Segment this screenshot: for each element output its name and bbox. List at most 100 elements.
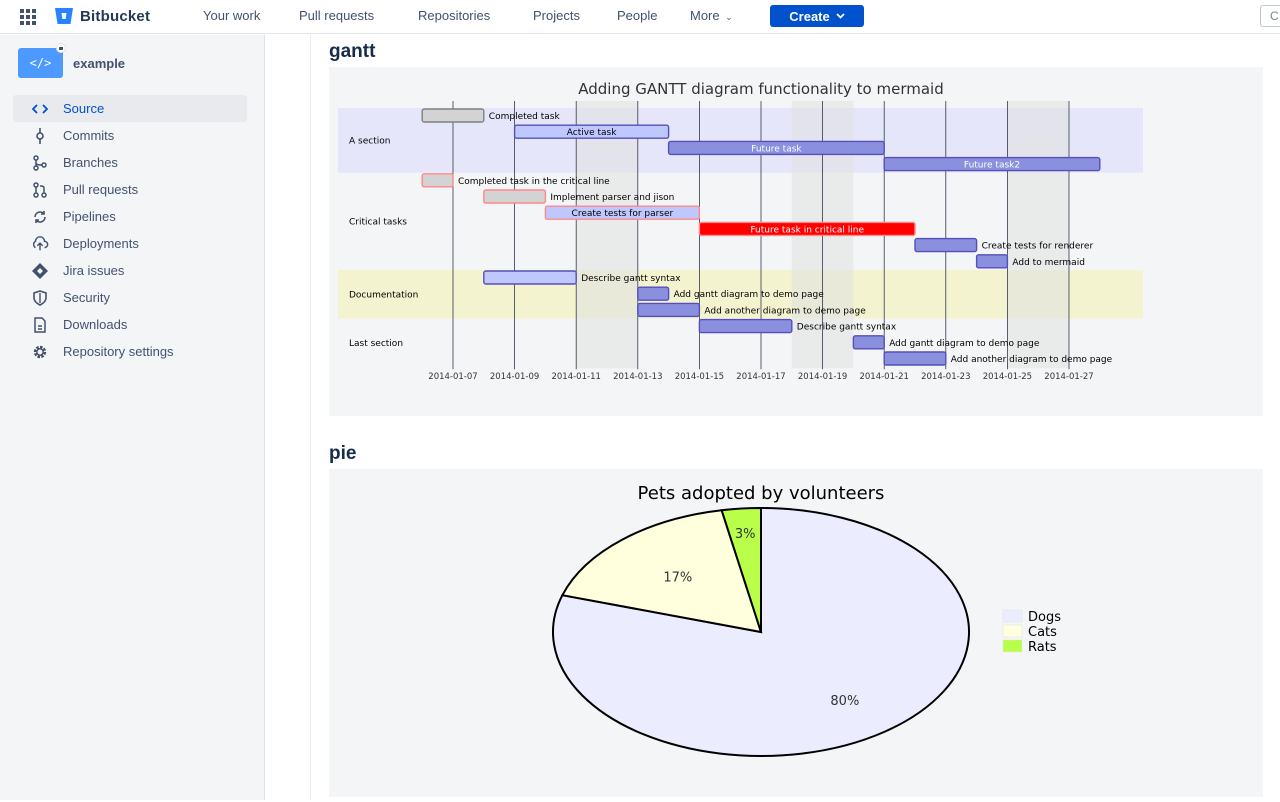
repo-avatar: </> (18, 43, 66, 78)
sidebar-item-deployments[interactable]: Deployments (13, 230, 247, 257)
pull-request-icon (31, 181, 49, 199)
sidebar-item-source[interactable]: Source (13, 95, 247, 122)
gantt-task-bar (421, 108, 485, 123)
sidebar-item-label: Downloads (63, 317, 128, 332)
sidebar-item-repository-settings[interactable]: Repository settings (13, 338, 247, 365)
gantt-title: Adding GANTT diagram functionality to me… (578, 80, 943, 98)
sidebar-nav: Source Commits Branches Pull requests Pi… (13, 95, 247, 365)
gantt-task-label: Add gantt diagram to demo page (674, 290, 825, 300)
commit-icon (31, 127, 49, 145)
gantt-task-label: Create tests for parser (572, 209, 674, 219)
gantt-task-bar (852, 335, 885, 350)
sidebar-item-label: Pull requests (63, 182, 139, 197)
gantt-task-bar (483, 270, 577, 285)
pie-legend-label: Rats (1028, 640, 1057, 655)
gantt-task-bar (421, 173, 454, 188)
bitbucket-logo[interactable]: Bitbucket (54, 7, 150, 25)
gantt-weekend-band (1007, 101, 1069, 369)
gantt-task-label: Future task (751, 144, 802, 154)
lock-icon (56, 43, 66, 53)
create-button-label: Create (789, 8, 830, 24)
sidebar-item-branches[interactable]: Branches (13, 149, 247, 176)
jira-icon (31, 262, 49, 280)
gantt-section-label: Critical tasks (349, 217, 407, 227)
pie-legend-swatch (1002, 639, 1023, 653)
top-navigation: Bitbucket Your work Pull requests Reposi… (0, 0, 1280, 34)
pipelines-icon (31, 208, 49, 226)
chevron-down-icon: ⌄ (725, 12, 733, 22)
pie-legend-swatch (1002, 624, 1023, 638)
sidebar-item-label: Commits (63, 128, 115, 143)
sidebar-item-pull-requests[interactable]: Pull requests (13, 176, 247, 203)
gantt-task-label: Add to mermaid (1012, 258, 1085, 268)
gantt-section-label: Documentation (349, 290, 418, 300)
gantt-tick-label: 2014-01-11 (551, 372, 600, 382)
search-input[interactable]: C (1260, 5, 1280, 27)
gantt-tick-label: 2014-01-27 (1044, 372, 1093, 382)
gantt-panel: Adding GANTT diagram functionality to me… (329, 67, 1263, 416)
gantt-task-bar (883, 351, 947, 366)
sidebar-item-label: Repository settings (63, 344, 174, 359)
gantt-task-label: Active task (567, 128, 617, 138)
gantt-tick-label: 2014-01-07 (428, 372, 477, 382)
nav-more-label: More (690, 8, 720, 23)
code-icon (31, 100, 49, 118)
pie-slice-label: 17% (663, 571, 692, 586)
sidebar-item-commits[interactable]: Commits (13, 122, 247, 149)
gantt-task-bar (637, 302, 701, 318)
sidebar-item-pipelines[interactable]: Pipelines (13, 203, 247, 230)
gantt-task-label: Implement parser and jison (550, 193, 674, 203)
pie-chart: Pets adopted by volunteers 80% 17% 3% DogsCa… (552, 483, 1061, 757)
repo-name: example (73, 55, 126, 71)
sidebar-item-downloads[interactable]: Downloads (13, 311, 247, 338)
pie-legend-label: Cats (1028, 625, 1057, 640)
gantt-task-label: Completed task (489, 112, 561, 122)
pie-panel: Pets adopted by volunteers 80% 17% 3% Dogs Ca… (329, 469, 1263, 797)
branch-icon (31, 154, 49, 172)
sidebar-item-label: Pipelines (63, 209, 116, 224)
pie-slice-label: 3% (735, 527, 756, 542)
gantt-task-label: Future task2 (964, 161, 1020, 171)
gantt-tick-label: 2014-01-09 (490, 372, 539, 382)
gantt-task-bar (637, 286, 670, 301)
gantt-tick-label: 2014-01-17 (736, 372, 785, 382)
nav-more[interactable]: More ⌄ (690, 8, 733, 23)
deployments-icon (31, 235, 49, 253)
gantt-task-label: Create tests for renderer (982, 242, 1094, 252)
gantt-task-bar (698, 318, 793, 334)
gantt-task-label: Future task in critical line (750, 225, 864, 235)
gantt-heading: gantt (329, 41, 376, 62)
gear-icon (31, 343, 49, 361)
gantt-task-bar (483, 189, 547, 204)
gantt-task-label: Completed task in the critical line (458, 177, 610, 187)
nav-repositories[interactable]: Repositories (418, 8, 490, 23)
bitbucket-logo-icon (55, 8, 73, 24)
pie-title: Pets adopted by volunteers (638, 483, 885, 504)
gantt-tick-label: 2014-01-25 (983, 372, 1032, 382)
sidebar-item-label: Security (63, 290, 110, 305)
sidebar-item-label: Source (63, 101, 105, 116)
sidebar-item-label: Deployments (63, 236, 139, 251)
gantt-tick-label: 2014-01-19 (798, 372, 847, 382)
gantt-task-label: Add gantt diagram to demo page (889, 339, 1040, 349)
pie-heading: pie (329, 443, 357, 464)
gantt-section-label: A section (349, 136, 390, 146)
pie-slice-label: 80% (830, 694, 859, 709)
sidebar-item-security[interactable]: Security (13, 284, 247, 311)
main-divider (310, 35, 311, 800)
code-glyph: </> (29, 56, 52, 70)
downloads-icon (31, 316, 49, 334)
gantt-tick-label: 2014-01-13 (613, 372, 662, 382)
gantt-chart: Adding GANTT diagram functionality to me… (338, 80, 1143, 382)
gantt-tick-label: 2014-01-15 (675, 372, 724, 382)
nav-projects[interactable]: Projects (533, 8, 580, 23)
nav-pull-requests[interactable]: Pull requests (299, 8, 374, 23)
repository-header[interactable]: </> example (18, 43, 126, 78)
gantt-tick-label: 2014-01-21 (859, 372, 908, 382)
nav-people[interactable]: People (617, 8, 657, 23)
app-switcher-icon[interactable] (20, 9, 38, 25)
create-button[interactable]: Create (770, 5, 864, 27)
nav-your-work[interactable]: Your work (203, 8, 260, 23)
sidebar-item-jira-issues[interactable]: Jira issues (13, 257, 247, 284)
gantt-task-bar (914, 237, 978, 253)
